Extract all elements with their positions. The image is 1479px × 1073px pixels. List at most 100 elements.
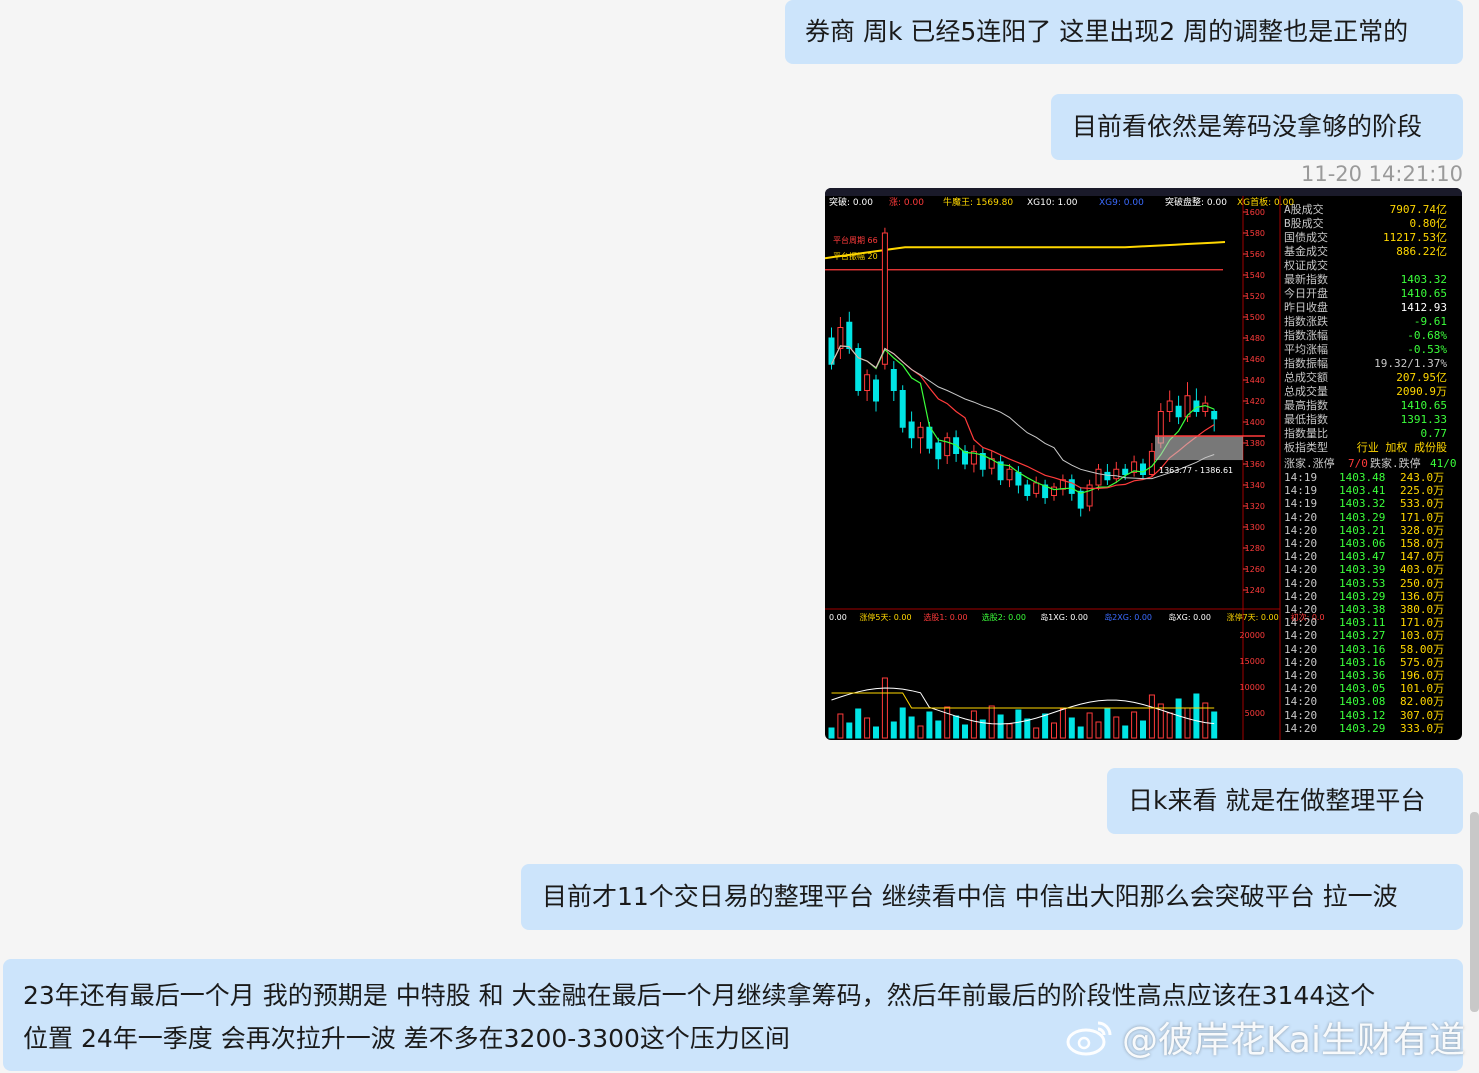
candle-body: [962, 450, 968, 465]
tick-value: 328.0万: [1400, 523, 1445, 537]
updown-row: 涨家.涨停 7/0 跌家.跌停 41/0: [1282, 457, 1457, 471]
stat-label: 指数振幅: [1284, 357, 1328, 370]
candle-body: [944, 437, 951, 457]
price-tick-label: 1500: [1245, 313, 1265, 322]
volume-bar: [908, 716, 915, 739]
volume-bar: [873, 726, 879, 739]
volume-bar: [1175, 698, 1182, 739]
candle-body: [1104, 471, 1111, 481]
tick-value: 14:20: [1284, 642, 1318, 656]
tick-value: 82.00万: [1400, 695, 1445, 709]
scrollbar-thumb[interactable]: [1470, 812, 1479, 1012]
price-tick-label: 1460: [1245, 355, 1265, 364]
tick-row: 14:19 1403.48 243.0万: [1282, 471, 1453, 484]
tick-value: 14:20: [1284, 682, 1318, 696]
volume-bar: [1015, 709, 1022, 739]
stat-row: 基金成交 886.22亿: [1282, 245, 1453, 259]
stat-value: 行业 加权 成份股: [1356, 441, 1447, 454]
candle-body: [1175, 405, 1182, 418]
updown-value: 跌家.跌停: [1370, 457, 1421, 470]
stat-label: 指数涨幅: [1284, 329, 1328, 342]
updown-value: 7/0: [1348, 457, 1368, 470]
tick-row: 14:20 1403.16 58.00万: [1282, 643, 1453, 656]
chat-message: 目前才11个交日易的整理平台 继续看中信 中信出大阳那么会突破平台 拉一波: [521, 864, 1463, 930]
tick-value: 14:20: [1284, 695, 1318, 709]
tick-row: 14:20 1403.05 101.0万: [1282, 682, 1453, 695]
platform-period-label: 平台周期 66: [833, 235, 878, 245]
updown-value: 涨家.涨停: [1284, 457, 1335, 470]
volume-bar: [1166, 712, 1173, 739]
volume-bar: [970, 710, 977, 739]
tick-value: 533.0万: [1400, 497, 1445, 511]
stat-row: 总成交额 207.95亿: [1282, 371, 1453, 385]
tick-value: 158.0万: [1400, 537, 1445, 550]
stat-label: 基金成交: [1284, 245, 1328, 258]
price-tick-label: 1260: [1245, 565, 1265, 574]
volume-bar: [1184, 707, 1191, 739]
tick-value: 136.0万: [1400, 589, 1445, 603]
stat-row: 权证成交: [1282, 259, 1453, 273]
tick-value: 14:20: [1284, 603, 1318, 616]
tick-value: 14:20: [1284, 563, 1318, 577]
candle-body: [846, 321, 853, 349]
tick-value: 1403.41: [1339, 484, 1386, 498]
tick-value: 1403.29: [1339, 510, 1386, 524]
volume-bar: [926, 711, 933, 739]
volume-bar: [846, 722, 853, 739]
price-tick-label: 1320: [1245, 502, 1265, 511]
tick-value: 14:20: [1284, 523, 1318, 537]
tick-value: 403.0万: [1400, 563, 1445, 577]
volume-bar: [1193, 693, 1200, 739]
volume-bar: [1211, 711, 1218, 739]
stat-label: 指数涨跌: [1284, 315, 1328, 328]
volume-bar: [881, 677, 888, 739]
volume-indicator-label: 岛1XG: 0.00: [1040, 612, 1088, 622]
volume-bar: [1086, 712, 1093, 739]
indicator-label: 牛魔王: 1569.80: [943, 196, 1013, 208]
candle-body: [1006, 468, 1013, 481]
tick-row: 14:19 1403.41 225.0万: [1282, 484, 1453, 497]
stat-row: 指数涨幅 -0.68%: [1282, 329, 1453, 343]
message-text: 日k来看 就是在做整理平台: [1128, 786, 1426, 815]
volume-indicator-label: 涨停7天: 0.00: [1227, 612, 1279, 622]
volume-bar: [1148, 694, 1155, 739]
tick-row: 14:20 1403.06 158.0万: [1282, 537, 1453, 550]
stat-value: 207.95亿: [1396, 371, 1447, 384]
chat-message: 日k来看 就是在做整理平台: [1107, 768, 1463, 834]
tick-value: 307.0万: [1400, 708, 1445, 722]
tick-value: 1403.16: [1339, 655, 1386, 669]
tick-row: 14:20 1403.29 333.0万: [1282, 722, 1453, 735]
board-type-row: 板指类型 行业 加权 成份股: [1282, 441, 1453, 455]
volume-bar: [1006, 723, 1013, 739]
tick-value: 14:20: [1284, 708, 1318, 722]
stat-value: 0.80亿: [1409, 217, 1448, 230]
stat-row: 指数量比 0.77: [1282, 427, 1453, 441]
price-tick-label: 1480: [1245, 334, 1265, 343]
watermark: @彼岸花Kai生财有道: [1064, 1011, 1465, 1063]
stat-row: 平均涨幅 -0.53%: [1282, 343, 1453, 357]
index-stats-panel: A股成交 7907.74亿 B股成交 0.80亿 国债成交 11217.53亿 基金成交 88…: [1282, 203, 1462, 740]
volume-bar: [962, 724, 968, 739]
candle-body: [935, 442, 942, 460]
tick-value: 14:20: [1284, 550, 1318, 564]
volume-bar: [837, 713, 844, 739]
price-tick-label: 1560: [1245, 250, 1265, 259]
volume-indicator-label: 岛XG: 0.00: [1168, 612, 1211, 622]
tick-value: 14:20: [1284, 537, 1318, 550]
volume-bar: [828, 727, 835, 739]
price-tick-label: 1280: [1245, 544, 1265, 553]
stat-label: 总成交额: [1284, 371, 1328, 384]
candle-body: [1033, 482, 1040, 494]
stat-value: 1410.65: [1400, 287, 1447, 300]
chart-image-message[interactable]: 突破: 0.00 涨: 0.00 牛魔王: 1569.80 XG10: 1.00 XG9…: [825, 188, 1462, 740]
watermark-text: @彼岸花Kai生财有道: [1121, 1020, 1465, 1061]
stat-value: 886.22亿: [1396, 245, 1447, 258]
tick-row: 14:20 1403.11 171.0万: [1282, 616, 1453, 629]
volume-bar: [1140, 720, 1146, 739]
tick-value: 380.0万: [1400, 603, 1445, 616]
tick-value: 1403.38: [1339, 603, 1386, 616]
volume-bar: [953, 715, 960, 739]
candle-body: [1015, 471, 1022, 486]
tick-value: 1403.06: [1339, 537, 1386, 550]
candle-body: [864, 374, 871, 391]
